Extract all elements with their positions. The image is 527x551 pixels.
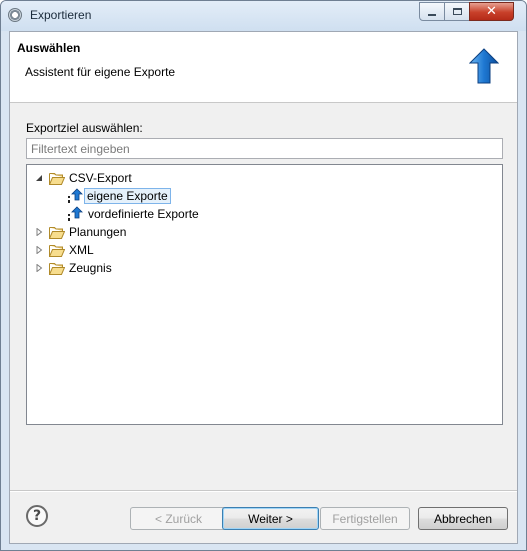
tree-item-zeugnis[interactable]: Zeugnis bbox=[35, 259, 112, 277]
tree-item-eigene-exporte[interactable]: eigene Exporte bbox=[67, 187, 171, 205]
export-icon bbox=[68, 206, 83, 221]
export-target-label: Exportziel auswählen: bbox=[26, 121, 143, 135]
wizard-banner: Auswählen Assistent für eigene Exporte bbox=[10, 32, 517, 103]
page-title: Auswählen bbox=[17, 41, 81, 55]
expand-arrow-icon[interactable] bbox=[35, 228, 43, 236]
maximize-icon bbox=[452, 8, 462, 15]
page-description: Assistent für eigene Exporte bbox=[25, 65, 176, 79]
tree-item-csv-export[interactable]: CSV-Export bbox=[35, 169, 132, 187]
title-bar[interactable]: Exportieren ✕ bbox=[1, 1, 526, 31]
expand-arrow-icon[interactable] bbox=[35, 246, 43, 254]
tree-item-planungen[interactable]: Planungen bbox=[35, 223, 126, 241]
tree-item-label: vordefinierte Exporte bbox=[88, 207, 199, 221]
folder-icon bbox=[49, 262, 65, 275]
folder-icon bbox=[49, 226, 65, 239]
tree-item-label: CSV-Export bbox=[69, 171, 132, 185]
minimize-button[interactable] bbox=[419, 2, 445, 21]
expand-arrow-icon[interactable] bbox=[35, 264, 43, 272]
maximize-button[interactable] bbox=[444, 2, 470, 21]
dialog-content: Auswählen Assistent für eigene Exporte E… bbox=[9, 31, 518, 544]
window-title: Exportieren bbox=[30, 8, 92, 22]
tree-item-xml[interactable]: XML bbox=[35, 241, 94, 259]
close-button[interactable]: ✕ bbox=[469, 2, 514, 21]
close-icon: ✕ bbox=[486, 4, 497, 19]
finish-button[interactable]: Fertigstellen bbox=[320, 507, 410, 530]
export-arrow-icon bbox=[469, 48, 499, 84]
filter-input[interactable] bbox=[26, 138, 503, 159]
next-button[interactable]: Weiter > bbox=[222, 507, 319, 530]
open-folder-icon bbox=[49, 172, 65, 185]
tree-item-label: XML bbox=[69, 243, 94, 257]
export-icon bbox=[68, 188, 83, 203]
back-button[interactable]: < Zurück bbox=[130, 507, 227, 530]
app-icon bbox=[8, 8, 22, 22]
tree-item-label: Zeugnis bbox=[69, 261, 112, 275]
tree-item-label: Planungen bbox=[69, 225, 127, 239]
minimize-icon bbox=[428, 13, 436, 16]
collapse-arrow-icon[interactable] bbox=[35, 174, 43, 182]
export-dialog: Exportieren ✕ Auswählen Assistent für ei… bbox=[0, 0, 527, 551]
tree-item-vordefinierte-exporte[interactable]: vordefinierte Exporte bbox=[67, 205, 199, 223]
help-button[interactable]: ? bbox=[26, 505, 48, 527]
footer-separator bbox=[10, 490, 517, 492]
folder-icon bbox=[49, 244, 65, 257]
export-target-tree[interactable]: CSV-Export eigene Exporte vordefinierte … bbox=[26, 164, 503, 425]
cancel-button[interactable]: Abbrechen bbox=[418, 507, 508, 530]
help-icon: ? bbox=[32, 508, 42, 524]
tree-item-label: eigene Exporte bbox=[84, 188, 171, 204]
